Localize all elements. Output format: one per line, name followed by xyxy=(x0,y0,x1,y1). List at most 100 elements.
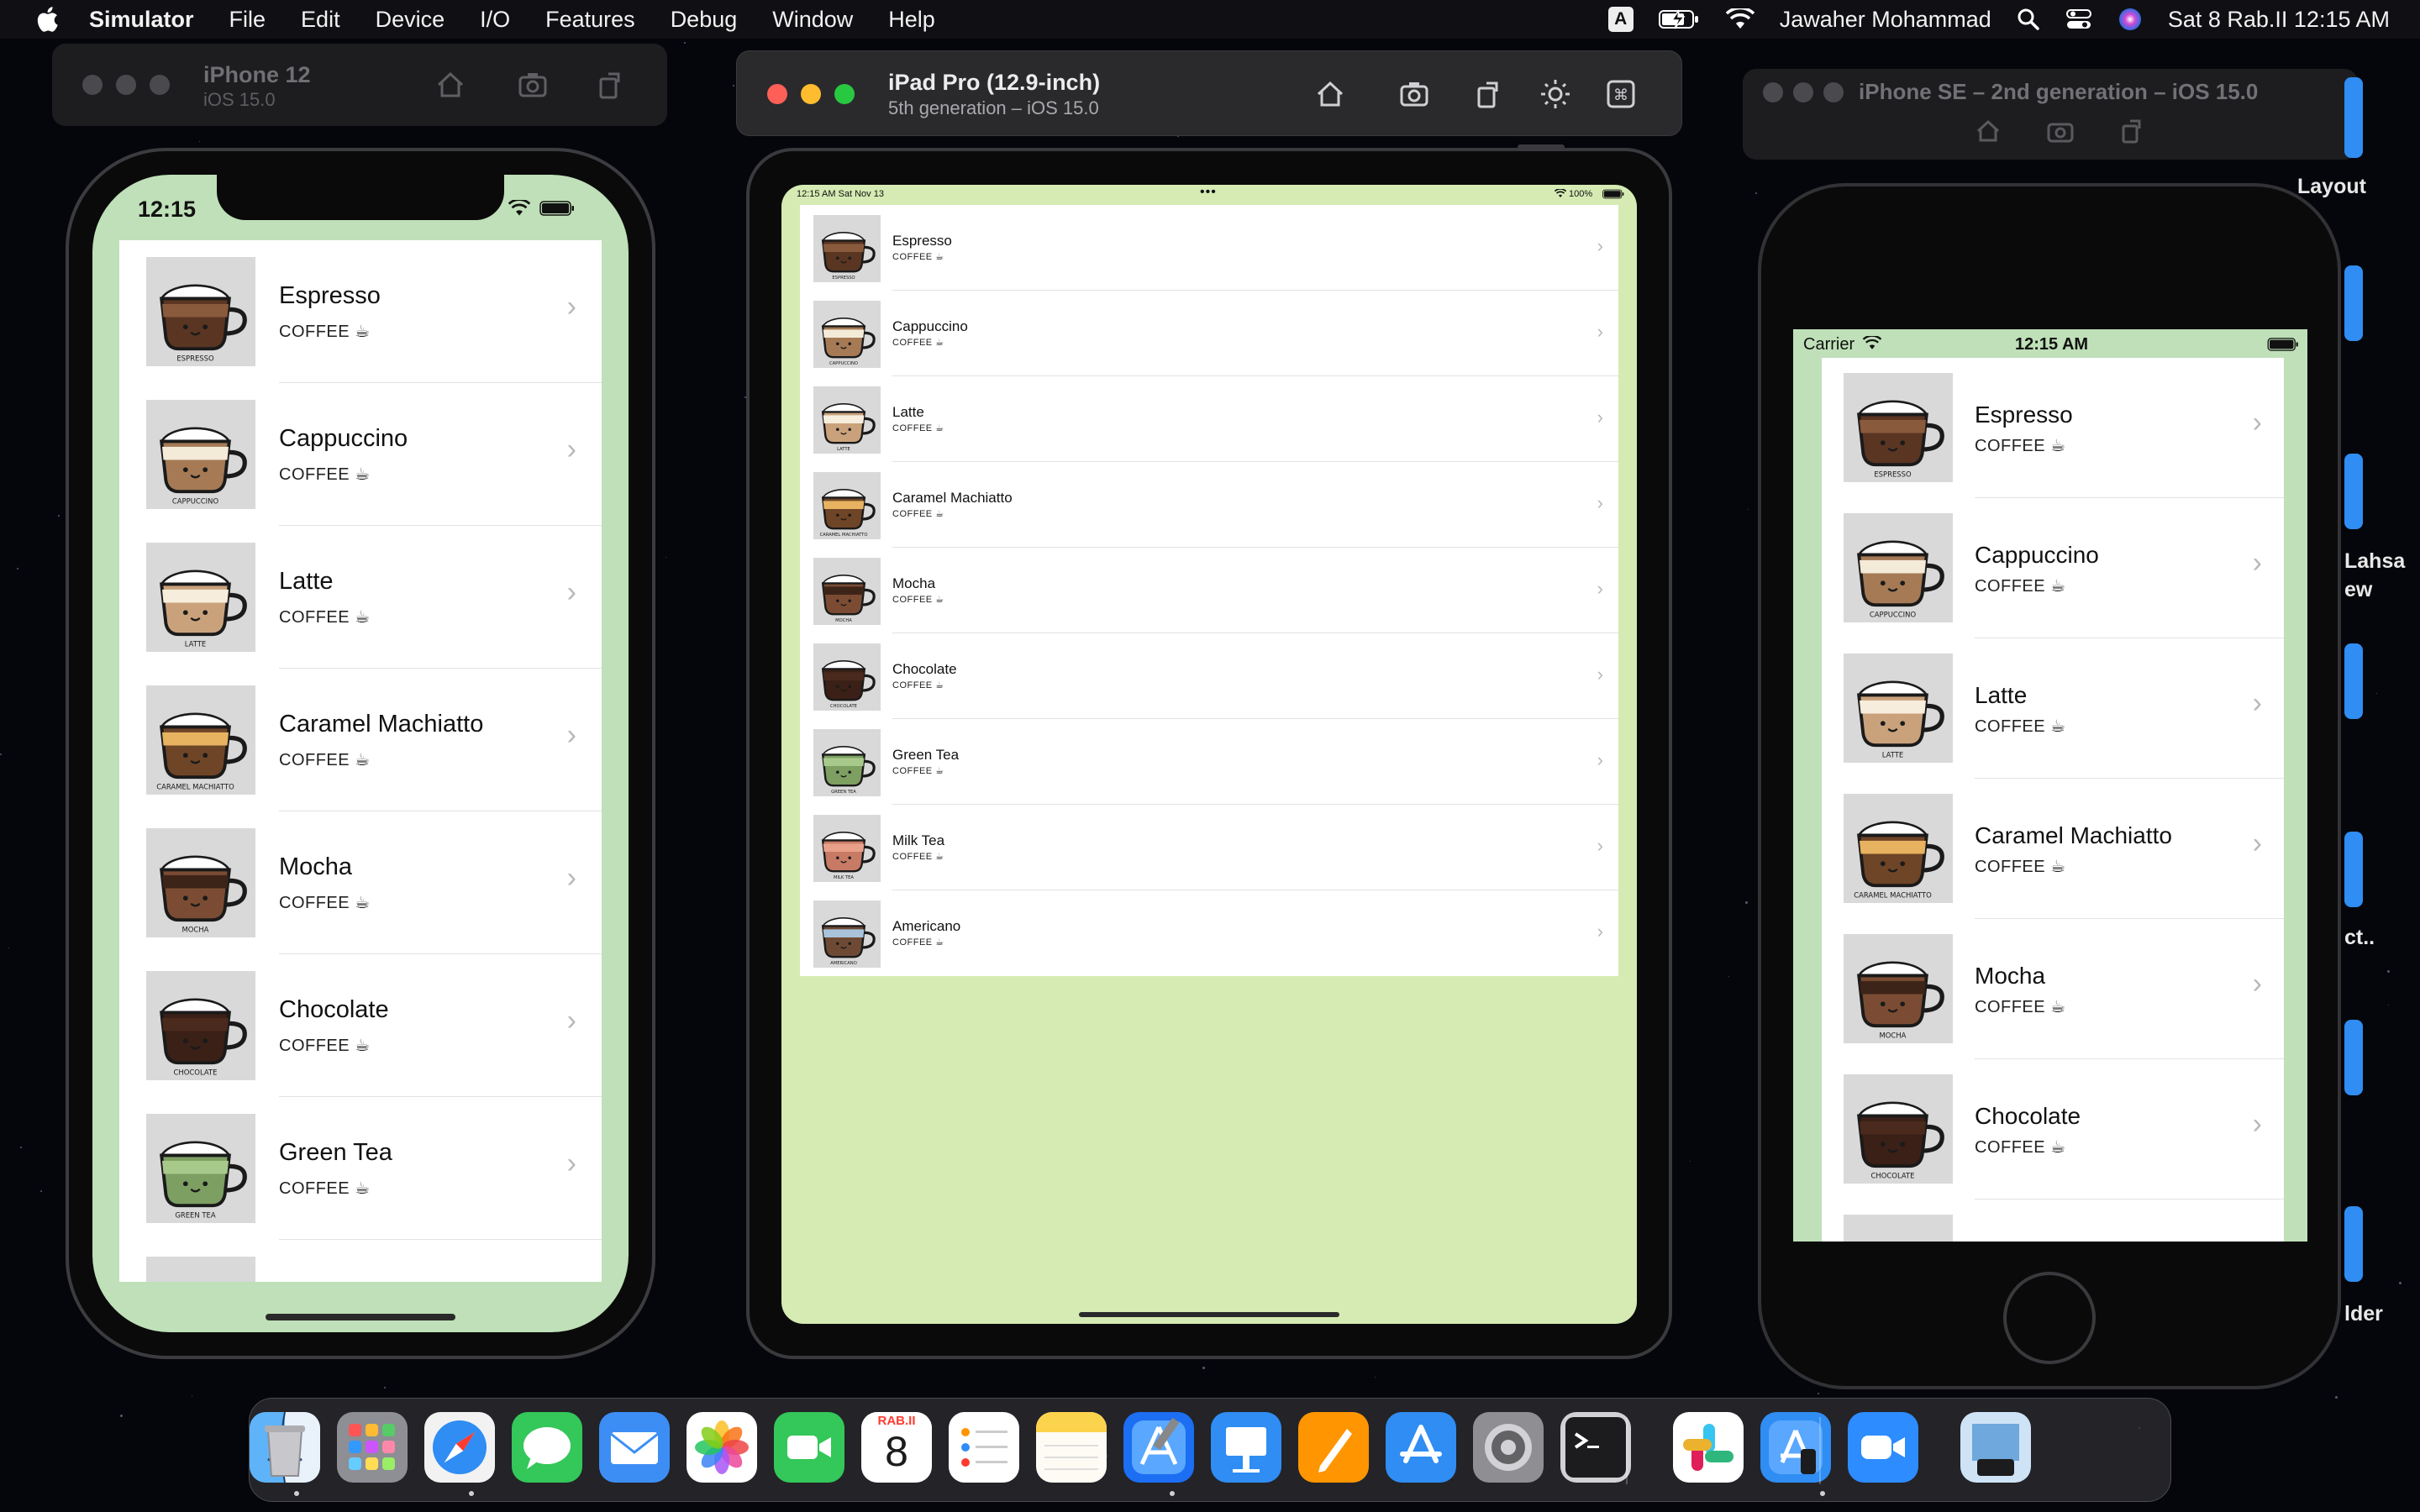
drink-row[interactable]: MILK TEAMilk TeaCOFFEE ☕› xyxy=(119,1240,602,1282)
home-indicator[interactable] xyxy=(1079,1312,1339,1317)
menu-edit[interactable]: Edit xyxy=(301,7,340,33)
drink-list[interactable]: ESPRESSO Espresso COFFEE ☕ › CAPPUCCINO Cappu… xyxy=(119,240,602,1282)
drink-row[interactable]: CAPPUCCINO Cappuccino COFFEE ☕ › xyxy=(1822,498,2284,638)
appearance-toggle-icon[interactable] xyxy=(1537,76,1574,113)
preview-icon[interactable] xyxy=(1960,1412,2031,1483)
drink-row[interactable]: CARAMEL MACHIATTO Caramel Machiatto COFFEE… xyxy=(800,462,1618,548)
home-indicator[interactable] xyxy=(266,1314,455,1320)
menu-debug[interactable]: Debug xyxy=(671,7,738,33)
input-source-icon[interactable]: A xyxy=(1607,7,1634,32)
menu-app-name[interactable]: Simulator xyxy=(89,7,194,33)
drink-row[interactable]: GREEN TEAGreen TeaCOFFEE ☕› xyxy=(800,719,1618,805)
apple-menu-icon[interactable] xyxy=(32,4,62,34)
background-window-button[interactable] xyxy=(2344,454,2363,529)
drink-list[interactable]: ESPRESSO Espresso COFFEE ☕ › CAPPUCCINO Cappu… xyxy=(800,205,1618,976)
zoom-window-button[interactable] xyxy=(150,75,170,95)
safari-icon[interactable] xyxy=(424,1412,495,1483)
background-window-button[interactable] xyxy=(2344,77,2363,158)
wifi-icon[interactable] xyxy=(1725,8,1754,30)
drink-row[interactable]: MOCHA Mocha COFFEE ☕ › xyxy=(800,548,1618,633)
calendar-icon[interactable]: RAB.II 8 xyxy=(861,1412,932,1483)
drink-row[interactable]: ESPRESSO Espresso COFFEE ☕ › xyxy=(1822,358,2284,498)
rotate-device-icon[interactable] xyxy=(592,66,629,103)
drink-row[interactable]: CAPPUCCINO Cappuccino COFFEE ☕ › xyxy=(119,383,602,526)
messages-icon[interactable] xyxy=(512,1412,582,1483)
launchpad-icon[interactable] xyxy=(337,1412,408,1483)
rotate-device-icon[interactable] xyxy=(1470,76,1507,113)
menu-clock[interactable]: Sat 8 Rab.II 12:15 AM xyxy=(2168,7,2390,33)
menu-io[interactable]: I/O xyxy=(480,7,510,33)
menu-features[interactable]: Features xyxy=(545,7,635,33)
drink-row[interactable]: MILK TEAMilk TeaCOFFEE ☕› xyxy=(800,805,1618,890)
menu-file[interactable]: File xyxy=(229,7,266,33)
drink-row[interactable]: ESPRESSO Espresso COFFEE ☕ › xyxy=(119,240,602,383)
drink-row[interactable]: CHOCOLATE Chocolate COFFEE ☕ › xyxy=(1822,1059,2284,1200)
drink-row[interactable]: CAPPUCCINO Cappuccino COFFEE ☕ › xyxy=(800,291,1618,376)
cup-illustration-part: CAPPUCCINO xyxy=(1870,611,1917,619)
drink-row[interactable]: AMERICANO Americano COFFEE ☕ › xyxy=(800,890,1618,976)
background-window-button[interactable] xyxy=(2344,1020,2363,1095)
app-store-icon[interactable] xyxy=(1386,1412,1456,1483)
zoom-window-button[interactable] xyxy=(834,84,855,104)
xcode-icon[interactable] xyxy=(1123,1412,1194,1483)
background-window-button[interactable] xyxy=(2344,643,2363,719)
multitasking-dots-icon[interactable]: ••• xyxy=(1200,185,1217,200)
close-window-button[interactable] xyxy=(1763,82,1783,102)
siri-icon[interactable] xyxy=(2118,7,2143,32)
drink-row[interactable]: ESPRESSO Espresso COFFEE ☕ › xyxy=(800,205,1618,291)
close-window-button[interactable] xyxy=(767,84,787,104)
drink-row[interactable]: MOCHA Mocha COFFEE ☕ › xyxy=(119,811,602,954)
minimize-window-button[interactable] xyxy=(116,75,136,95)
control-center-icon[interactable] xyxy=(2065,8,2092,31)
iphonese-title-bar[interactable]: iPhone SE – 2nd generation – iOS 15.0 xyxy=(1743,69,2358,160)
close-window-button[interactable] xyxy=(82,75,103,95)
mail-icon[interactable] xyxy=(599,1412,670,1483)
drink-row[interactable]: CARAMEL MACHIATTO Caramel Machiatto COFFEE… xyxy=(119,669,602,811)
battery-charging-icon[interactable] xyxy=(1658,8,1701,30)
drink-row[interactable]: GREEN TEAGreen TeaCOFFEE ☕› xyxy=(1822,1200,2284,1242)
drink-row[interactable]: GREEN TEAGreen TeaCOFFEE ☕› xyxy=(119,1097,602,1240)
drink-row[interactable]: CARAMEL MACHIATTO Caramel Machiatto COFFEE… xyxy=(1822,779,2284,919)
user-name[interactable]: Jawaher Mohammad xyxy=(1780,7,1991,33)
slack-icon[interactable] xyxy=(1673,1412,1744,1483)
zoom-window-button[interactable] xyxy=(1823,82,1844,102)
trash-icon[interactable] xyxy=(250,1412,320,1483)
zoom-icon[interactable] xyxy=(1848,1412,1918,1483)
drink-row[interactable]: CHOCOLATE Chocolate COFFEE ☕ › xyxy=(119,954,602,1097)
home-button-icon[interactable] xyxy=(1312,76,1349,113)
drink-list[interactable]: ESPRESSO Espresso COFFEE ☕ › CAPPUCCINO Cappu… xyxy=(1822,358,2284,1242)
drink-row[interactable]: LATTE Latte COFFEE ☕ › xyxy=(119,526,602,669)
drink-row[interactable]: LATTE Latte COFFEE ☕ › xyxy=(800,376,1618,462)
keyboard-shortcut-icon[interactable]: ⌘ xyxy=(1602,76,1639,113)
background-window-button[interactable] xyxy=(2344,832,2363,907)
screenshot-camera-icon[interactable] xyxy=(1396,76,1433,113)
home-button-icon[interactable] xyxy=(432,66,469,103)
minimize-window-button[interactable] xyxy=(801,84,821,104)
minimize-window-button[interactable] xyxy=(1793,82,1813,102)
pages-icon[interactable] xyxy=(1298,1412,1369,1483)
terminal-icon[interactable] xyxy=(1560,1412,1631,1483)
keynote-icon[interactable] xyxy=(1211,1412,1281,1483)
star-dot xyxy=(2376,693,2377,694)
home-button[interactable] xyxy=(2003,1272,2096,1364)
ipad-title-bar[interactable]: iPad Pro (12.9-inch) 5th generation – iO… xyxy=(736,50,1682,136)
reminders-icon[interactable] xyxy=(949,1412,1019,1483)
system-preferences-icon[interactable] xyxy=(1473,1412,1544,1483)
background-window-button[interactable] xyxy=(2344,265,2363,341)
screenshot-camera-icon[interactable] xyxy=(514,66,551,103)
spotlight-search-icon[interactable] xyxy=(2017,8,2040,31)
drink-row[interactable]: MOCHA Mocha COFFEE ☕ › xyxy=(1822,919,2284,1059)
menu-device[interactable]: Device xyxy=(376,7,445,33)
home-button-icon[interactable] xyxy=(1970,113,2007,150)
photos-icon[interactable] xyxy=(687,1412,757,1483)
screenshot-camera-icon[interactable] xyxy=(2042,113,2079,150)
menu-help[interactable]: Help xyxy=(888,7,935,33)
iphone12-title-bar[interactable]: iPhone 12 iOS 15.0 xyxy=(52,44,667,126)
menu-window[interactable]: Window xyxy=(772,7,853,33)
drink-row[interactable]: CHOCOLATE Chocolate COFFEE ☕ › xyxy=(800,633,1618,719)
facetime-icon[interactable] xyxy=(774,1412,844,1483)
notes-icon[interactable] xyxy=(1036,1412,1107,1483)
rotate-device-icon[interactable] xyxy=(2112,113,2149,150)
background-window-button[interactable] xyxy=(2344,1206,2363,1282)
drink-row[interactable]: LATTE Latte COFFEE ☕ › xyxy=(1822,638,2284,779)
